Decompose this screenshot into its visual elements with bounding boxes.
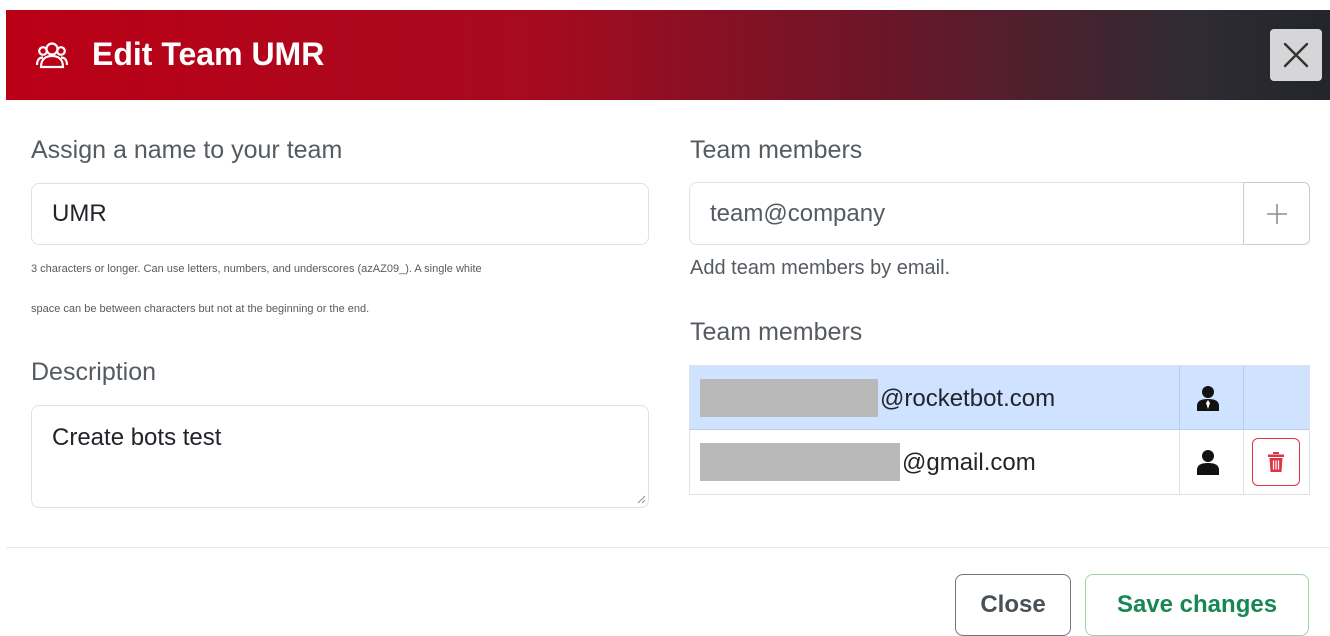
user-icon <box>1197 450 1219 475</box>
delete-member-button[interactable] <box>1252 438 1300 486</box>
description-textarea[interactable]: Create bots test <box>31 405 649 508</box>
member-email: @gmail.com <box>902 449 1036 476</box>
add-member-button[interactable] <box>1243 182 1310 245</box>
team-name-input[interactable]: UMR <box>31 183 649 245</box>
add-members-help: Add team members by email. <box>690 257 951 279</box>
close-x-icon <box>1283 42 1309 68</box>
team-name-help-line2: space can be between characters but not … <box>31 303 370 315</box>
trash-icon <box>1268 452 1284 472</box>
team-name-label: Assign a name to your team <box>31 136 343 164</box>
admin-user-icon <box>1197 386 1219 411</box>
plus-icon <box>1267 204 1287 224</box>
member-email-input[interactable]: team@company <box>689 182 1244 245</box>
member-email: @rocketbot.com <box>880 385 1056 412</box>
team-name-help-line1: 3 characters or longer. Can use letters,… <box>31 263 482 275</box>
modal-close-button[interactable] <box>1270 29 1322 81</box>
close-button[interactable]: Close <box>955 574 1071 636</box>
save-changes-button[interactable]: Save changes <box>1085 574 1309 636</box>
modal-header: Edit Team UMR <box>6 10 1330 100</box>
modal-title: Edit Team UMR <box>92 36 325 72</box>
members-list-label: Team members <box>690 318 863 346</box>
add-members-label: Team members <box>690 136 863 164</box>
member-row: @gmail.com <box>690 430 1309 494</box>
members-table: @rocketbot.com @gmail.com <box>689 365 1310 495</box>
description-label: Description <box>31 358 157 386</box>
footer-divider <box>6 547 1330 548</box>
team-users-icon <box>36 42 68 69</box>
resize-handle-icon[interactable] <box>636 494 646 504</box>
redacted-email-block <box>700 443 900 481</box>
redacted-email-block <box>700 379 878 417</box>
member-row: @rocketbot.com <box>690 366 1309 430</box>
